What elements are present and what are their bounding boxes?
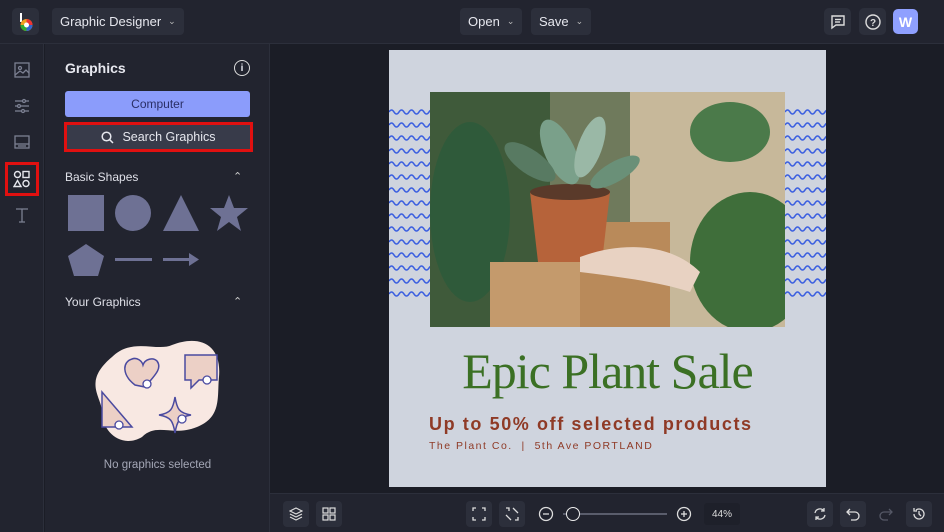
wave-line — [784, 109, 826, 115]
wave-line — [784, 213, 826, 219]
wave-line — [784, 265, 826, 271]
zoom-in-icon[interactable] — [676, 506, 692, 522]
wave-line — [784, 161, 826, 167]
layers-icon — [289, 507, 303, 521]
search-graphics-label: Search Graphics — [122, 130, 216, 144]
history-button[interactable] — [906, 501, 932, 527]
your-graphics-heading: Your Graphics — [65, 295, 141, 309]
info-icon[interactable]: i — [234, 60, 250, 76]
shrink-button[interactable] — [499, 501, 525, 527]
wave-line — [784, 226, 826, 232]
app-menu-dropdown[interactable]: Graphic Designer ⌄ — [52, 8, 184, 35]
arrow-shape — [163, 258, 189, 261]
zoom-level[interactable]: 44% — [704, 503, 740, 525]
wave-line — [784, 239, 826, 245]
comments-button[interactable] — [824, 8, 851, 35]
comment-icon — [830, 14, 845, 29]
reset-button[interactable] — [807, 501, 833, 527]
fit-screen-button[interactable] — [466, 501, 492, 527]
circle-shape — [115, 195, 151, 231]
save-dropdown[interactable]: Save ⌄ — [531, 8, 592, 35]
wave-line — [784, 291, 826, 297]
design-tagline[interactable]: The Plant Co. | 5th Ave PORTLAND — [429, 440, 653, 452]
shapes-icon — [13, 170, 30, 188]
bottom-toolbar: 44% — [270, 493, 944, 532]
history-icon — [913, 508, 925, 520]
empty-graphics-text: No graphics selected — [103, 459, 212, 471]
plant-photo — [430, 92, 785, 327]
line-shape — [115, 258, 152, 261]
adjust-tool[interactable] — [8, 92, 36, 120]
graphics-panel: Graphics i Computer Search Graphics Basi… — [45, 44, 270, 532]
pentagon-shape — [68, 244, 104, 276]
avatar[interactable]: W — [893, 9, 918, 34]
basic-shapes-grid — [68, 195, 248, 276]
open-label: Open — [468, 14, 500, 29]
open-dropdown[interactable]: Open ⌄ — [460, 8, 523, 35]
refresh-icon — [814, 508, 826, 520]
collapse-your-graphics-icon[interactable]: ⌃ — [233, 295, 242, 308]
text-icon — [16, 208, 28, 223]
grid-button[interactable] — [316, 501, 342, 527]
wave-line — [784, 278, 826, 284]
help-button[interactable]: ? — [859, 8, 886, 35]
triangle-shape — [163, 195, 199, 231]
grid-icon — [322, 507, 336, 521]
expand-icon — [472, 507, 486, 521]
help-icon: ? — [864, 13, 881, 30]
redo-button[interactable] — [873, 501, 899, 527]
wave-line — [784, 135, 826, 141]
chevron-down-icon: ⌄ — [575, 16, 584, 26]
basic-shapes-heading: Basic Shapes — [65, 170, 139, 184]
image-tool[interactable] — [8, 56, 36, 84]
design-subtitle[interactable]: Up to 50% off selected products — [429, 414, 753, 435]
app-logo[interactable] — [12, 8, 39, 35]
background-tool[interactable] — [8, 128, 36, 156]
design-title[interactable]: Epic Plant Sale — [389, 342, 826, 400]
save-label: Save — [539, 14, 569, 29]
zoom-slider-handle[interactable] — [566, 507, 580, 521]
wave-line — [784, 187, 826, 193]
computer-upload-button[interactable]: Computer — [65, 91, 250, 117]
star-shape — [210, 195, 248, 231]
wave-line — [784, 200, 826, 206]
svg-text:?: ? — [869, 18, 875, 29]
wave-line — [784, 252, 826, 258]
square-shape — [68, 195, 104, 231]
undo-icon — [846, 508, 860, 521]
wave-line — [784, 122, 826, 128]
undo-button[interactable] — [840, 501, 866, 527]
design-canvas[interactable]: Epic Plant Sale Up to 50% off selected p… — [389, 50, 826, 487]
app-menu-label: Graphic Designer — [60, 14, 162, 29]
tool-rail — [0, 44, 44, 532]
text-tool[interactable] — [8, 201, 36, 229]
background-icon — [14, 135, 30, 149]
chevron-down-icon: ⌄ — [506, 16, 515, 26]
collapse-basic-shapes-icon[interactable]: ⌃ — [233, 170, 242, 183]
search-graphics-button[interactable]: Search Graphics — [64, 122, 253, 152]
top-bar: Graphic Designer ⌄ Open ⌄ Save ⌄ ? W — [0, 0, 944, 44]
sliders-icon — [15, 98, 29, 114]
layers-button[interactable] — [283, 501, 309, 527]
wave-line — [784, 174, 826, 180]
shrink-icon — [505, 507, 519, 521]
redo-icon — [879, 508, 893, 521]
panel-title: Graphics — [65, 60, 126, 76]
chevron-down-icon: ⌄ — [168, 16, 176, 26]
empty-graphics-illustration — [95, 340, 220, 441]
graphics-tool[interactable] — [5, 162, 39, 196]
search-icon — [101, 130, 114, 144]
zoom-out-icon[interactable] — [538, 506, 554, 522]
wave-line — [784, 148, 826, 154]
image-icon — [14, 62, 30, 78]
